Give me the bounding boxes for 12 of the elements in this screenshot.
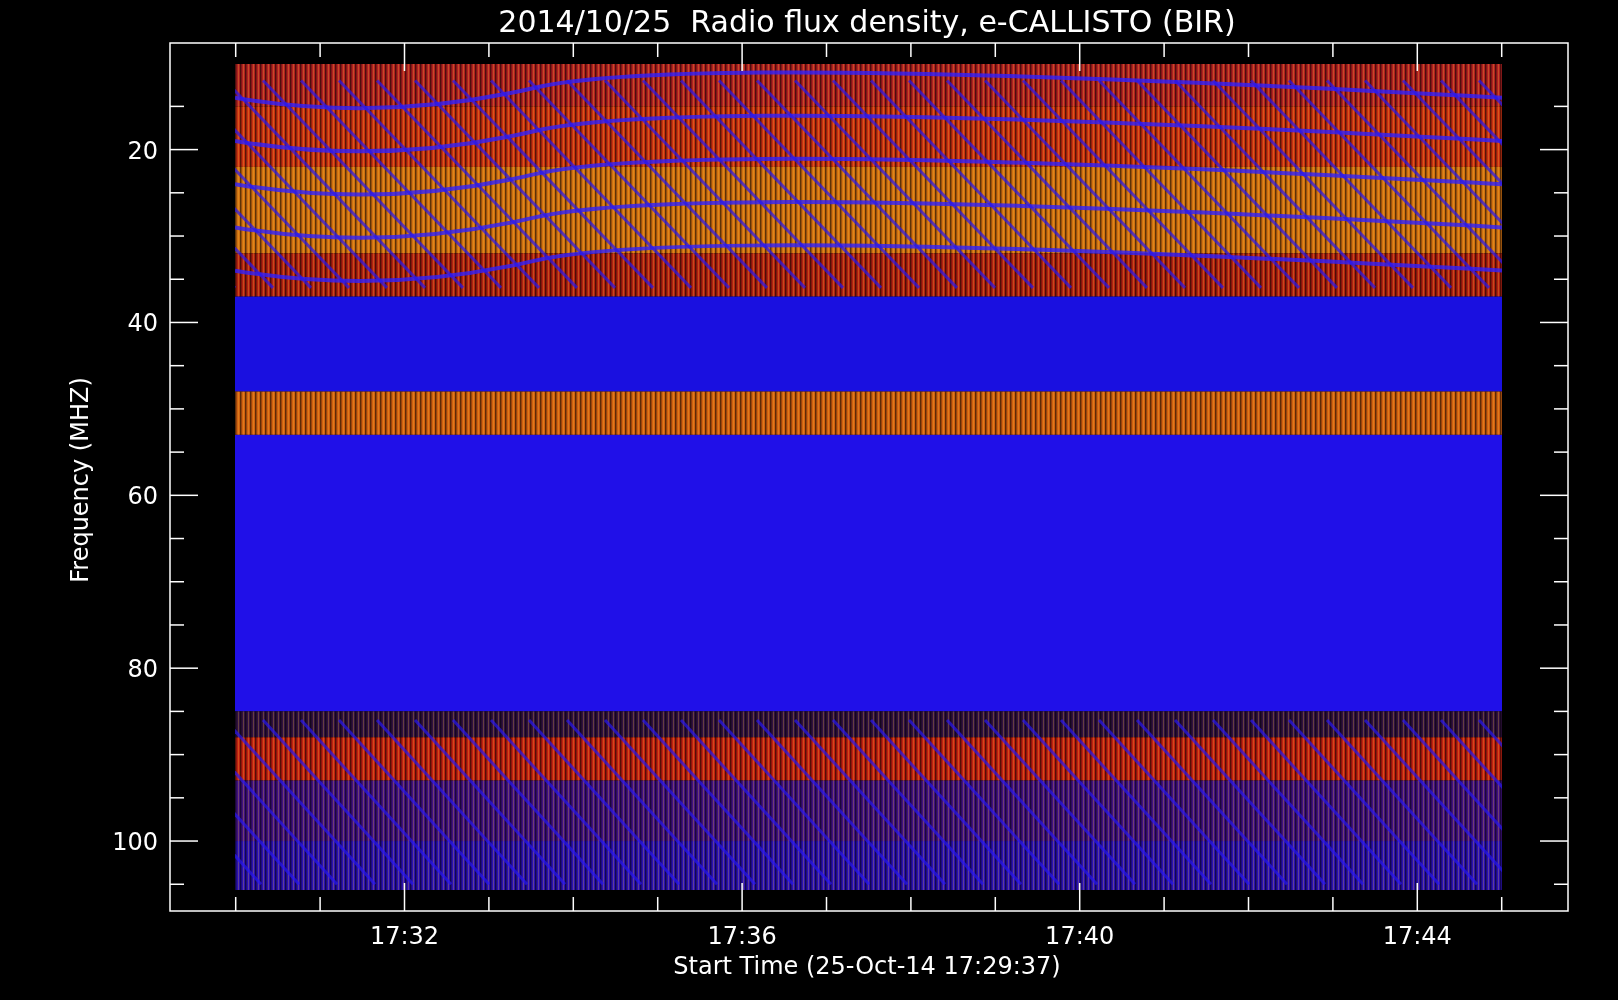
x-tick-label: 17:36 (707, 922, 777, 950)
y-tick-label: 60 (127, 482, 158, 511)
x-axis-label: Start Time (25-Oct-14 17:29:37) (673, 952, 1061, 980)
chart-title: 2014/10/25 Radio flux density, e-CALLISTO (BIR) (498, 4, 1236, 39)
x-tick-label: 17:44 (1382, 922, 1452, 950)
y-tick-label: 80 (127, 655, 158, 684)
y-tick-label: 40 (127, 309, 158, 338)
y-tick-label: 100 (112, 828, 158, 857)
y-tick-label: 20 (127, 136, 158, 165)
x-tick-label: 17:40 (1045, 922, 1115, 950)
x-tick-label: 17:32 (369, 922, 440, 950)
y-axis-label: Frequency (MHZ) (66, 377, 94, 583)
